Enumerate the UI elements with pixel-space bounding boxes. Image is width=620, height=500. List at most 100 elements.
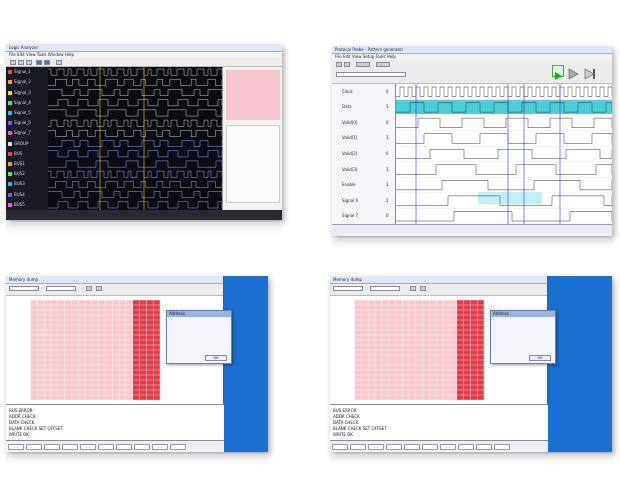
dump-cell[interactable] <box>334 340 341 345</box>
dump-cell[interactable] <box>119 355 126 360</box>
dump-cell[interactable] <box>153 360 160 365</box>
toolbar-combo[interactable] <box>336 72 406 77</box>
dump-cell[interactable] <box>470 340 477 345</box>
dump-cell[interactable] <box>422 375 430 380</box>
dump-cell[interactable] <box>57 325 65 330</box>
dump-cell[interactable] <box>78 310 85 315</box>
dump-cell[interactable] <box>17 340 24 345</box>
dump-cell[interactable] <box>153 350 160 355</box>
dump-cell[interactable] <box>139 340 147 345</box>
dump-cell[interactable] <box>112 305 119 310</box>
dump-cell[interactable] <box>416 320 423 325</box>
dump-cell[interactable] <box>98 350 106 355</box>
dump-cell[interactable] <box>71 315 78 320</box>
dialog-ok-button[interactable]: OK <box>205 355 227 361</box>
dump-cell[interactable] <box>361 395 368 400</box>
dump-cell[interactable] <box>361 300 368 305</box>
dump-cell[interactable] <box>92 365 99 370</box>
dump-cell[interactable] <box>395 315 402 320</box>
dump-cell[interactable] <box>354 320 362 325</box>
dump-cell[interactable] <box>422 335 430 340</box>
dump-cell[interactable] <box>334 330 341 335</box>
dump-cell[interactable] <box>17 395 24 400</box>
dump-cell[interactable] <box>44 310 51 315</box>
dump-cell[interactable] <box>85 345 92 350</box>
dump-cell[interactable] <box>37 375 44 380</box>
dump-cell[interactable] <box>64 315 72 320</box>
dump-cell[interactable] <box>153 315 160 320</box>
dump-cell[interactable] <box>361 345 368 350</box>
dump-cell[interactable] <box>334 300 341 305</box>
dump-cell[interactable] <box>429 305 437 310</box>
dump-cell[interactable] <box>30 345 38 350</box>
dump-cell[interactable] <box>10 355 17 360</box>
dump-cell[interactable] <box>416 340 423 345</box>
dump-cell[interactable] <box>436 365 443 370</box>
dump-cell[interactable] <box>368 330 375 335</box>
dump-cell[interactable] <box>450 390 457 395</box>
dump-cell[interactable] <box>64 375 72 380</box>
dump-cell[interactable] <box>57 375 65 380</box>
dump-cell[interactable] <box>456 350 464 355</box>
dump-cell[interactable] <box>368 385 375 390</box>
dump-cell[interactable] <box>92 310 99 315</box>
function-key-button[interactable] <box>494 444 510 450</box>
dump-cell[interactable] <box>375 310 382 315</box>
dump-cell[interactable] <box>354 340 362 345</box>
dump-cell[interactable] <box>354 375 362 380</box>
dump-cell[interactable] <box>105 355 113 360</box>
dump-cell[interactable] <box>132 340 140 345</box>
dump-cell[interactable] <box>64 340 72 345</box>
dump-cell[interactable] <box>119 370 126 375</box>
dump-cell[interactable] <box>416 380 423 385</box>
dump-cell[interactable] <box>30 355 38 360</box>
dump-cell[interactable] <box>381 385 389 390</box>
signal-label[interactable]: Signal_2 <box>14 79 31 84</box>
signal-label[interactable]: BUS2 <box>14 171 25 176</box>
dump-cell[interactable] <box>17 360 24 365</box>
dump-cell[interactable] <box>37 360 44 365</box>
dump-cell[interactable] <box>51 325 58 330</box>
dump-cell[interactable] <box>470 370 477 375</box>
dump-cell[interactable] <box>132 315 140 320</box>
address-dialog[interactable]: Address OK <box>490 310 556 364</box>
stop-icon[interactable] <box>584 65 596 80</box>
dump-cell[interactable] <box>44 360 51 365</box>
dump-cell[interactable] <box>17 385 24 390</box>
dump-cell[interactable] <box>51 340 58 345</box>
dump-cell[interactable] <box>402 365 409 370</box>
dump-cell[interactable] <box>112 370 119 375</box>
dump-cell[interactable] <box>347 350 355 355</box>
dump-cell[interactable] <box>402 305 409 310</box>
dump-cell[interactable] <box>368 300 375 305</box>
dump-cell[interactable] <box>450 350 457 355</box>
toolbar-button[interactable] <box>356 62 370 67</box>
dump-cell[interactable] <box>105 375 113 380</box>
signal-label[interactable]: Signal_4 <box>14 100 31 105</box>
dump-cell[interactable] <box>92 340 99 345</box>
dump-cell[interactable] <box>347 335 355 340</box>
dump-cell[interactable] <box>17 330 24 335</box>
dump-cell[interactable] <box>422 355 430 360</box>
dump-cell[interactable] <box>23 375 31 380</box>
dump-cell[interactable] <box>422 365 430 370</box>
dump-cell[interactable] <box>395 370 402 375</box>
signal-label[interactable]: BUS3 <box>14 181 25 186</box>
dump-cell[interactable] <box>37 305 44 310</box>
dump-cell[interactable] <box>17 335 24 340</box>
dump-cell[interactable] <box>146 350 153 355</box>
play-icon[interactable] <box>552 65 564 80</box>
dump-cell[interactable] <box>10 350 17 355</box>
dump-cell[interactable] <box>347 365 355 370</box>
dump-cell[interactable] <box>105 310 113 315</box>
dump-cell[interactable] <box>85 305 92 310</box>
dump-cell[interactable] <box>416 345 423 350</box>
dump-cell[interactable] <box>30 360 38 365</box>
dump-cell[interactable] <box>456 380 464 385</box>
signal-label[interactable]: Valid[0] <box>342 120 357 125</box>
dump-cell[interactable] <box>402 370 409 375</box>
dump-cell[interactable] <box>153 320 160 325</box>
address-field[interactable] <box>9 286 39 291</box>
dump-cell[interactable] <box>98 320 106 325</box>
dump-cell[interactable] <box>139 350 147 355</box>
